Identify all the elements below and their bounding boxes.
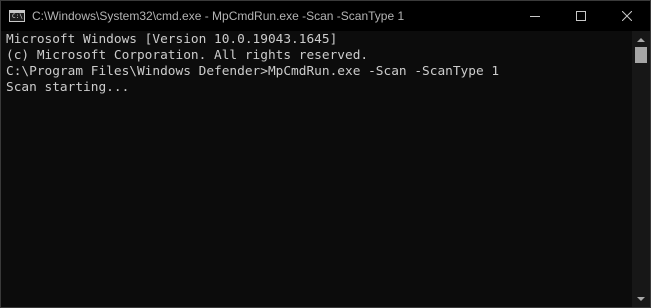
console-line: Microsoft Windows [Version 10.0.19043.16…: [6, 32, 338, 47]
scrollbar-thumb[interactable]: [635, 47, 647, 63]
title-bar[interactable]: C:\ C:\Windows\System32\cmd.exe - MpCmdR…: [1, 1, 650, 31]
maximize-icon: [576, 11, 586, 21]
console-line: Scan starting...: [6, 80, 130, 95]
minimize-button[interactable]: [512, 1, 558, 31]
vertical-scrollbar[interactable]: [632, 31, 650, 307]
scroll-down-button[interactable]: [632, 292, 650, 306]
scroll-up-button[interactable]: [632, 33, 650, 47]
scroll-up-arrow-icon: [637, 38, 645, 42]
window-title: C:\Windows\System32\cmd.exe - MpCmdRun.e…: [32, 9, 405, 23]
cmd-app-icon[interactable]: C:\: [9, 10, 25, 22]
close-button[interactable]: [604, 1, 650, 31]
console-output[interactable]: Microsoft Windows [Version 10.0.19043.16…: [1, 31, 633, 307]
close-icon: [622, 11, 632, 21]
scroll-down-arrow-icon: [637, 297, 645, 301]
minimize-icon: [530, 15, 540, 17]
maximize-button[interactable]: [558, 1, 604, 31]
console-line: (c) Microsoft Corporation. All rights re…: [6, 48, 369, 63]
cmd-app-icon-label: C:\: [12, 13, 23, 20]
console-line: C:\Program Files\Windows Defender>MpCmdR…: [6, 64, 500, 79]
cmd-window: C:\ C:\Windows\System32\cmd.exe - MpCmdR…: [0, 0, 651, 308]
